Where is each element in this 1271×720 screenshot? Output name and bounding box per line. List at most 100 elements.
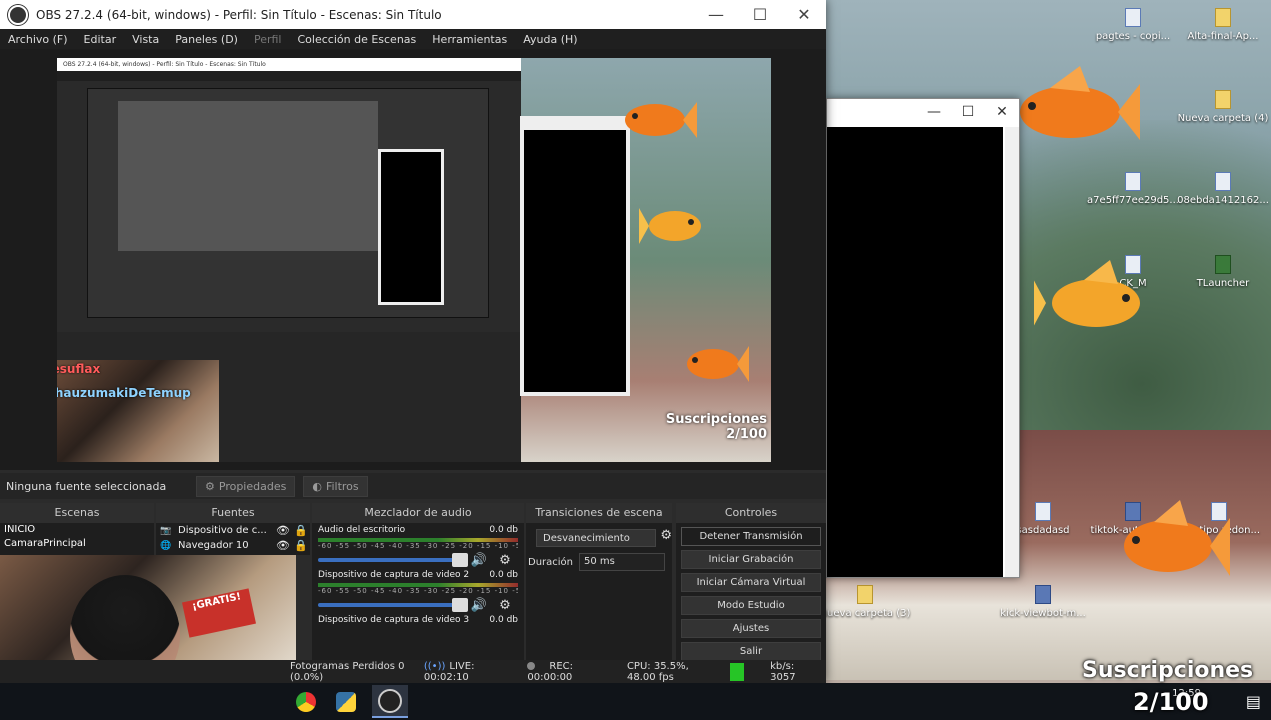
taskbar-app[interactable] bbox=[288, 685, 324, 718]
studio-mode-button[interactable]: Modo Estudio bbox=[681, 596, 821, 615]
menu-herramientas[interactable]: Herramientas bbox=[424, 33, 515, 46]
desktop-icon-label: TLauncher bbox=[1196, 278, 1250, 289]
obs-icon bbox=[378, 688, 402, 713]
obs-titlebar[interactable]: OBS 27.2.4 (64-bit, windows) - Perfil: S… bbox=[0, 0, 826, 29]
menu-editar[interactable]: Editar bbox=[76, 33, 125, 46]
gear-icon[interactable]: ⚙ bbox=[492, 598, 518, 613]
mixer-channel: Dispositivo de captura de video 2 0.0 db … bbox=[312, 568, 524, 613]
desktop-icon[interactable]: 08ebda1412162... bbox=[1168, 172, 1271, 206]
goldfish-icon bbox=[1124, 500, 1230, 576]
taskbar-app[interactable] bbox=[328, 685, 364, 718]
duration-input[interactable]: 50 ms bbox=[579, 553, 666, 571]
window-titlebar[interactable]: — ☐ ✕ bbox=[827, 99, 1019, 125]
desktop-icon-label: 08ebda1412162... bbox=[1177, 195, 1269, 206]
nested-preview: OBS 27.2.4 (64-bit, windows) - Perfil: S… bbox=[57, 58, 771, 462]
filters-button[interactable]: ◐ Filtros bbox=[303, 475, 368, 497]
chrome-icon bbox=[296, 691, 316, 712]
scene-item[interactable]: CamaraPrincipal bbox=[0, 537, 154, 551]
notification-icon[interactable]: ▤ bbox=[1246, 692, 1261, 711]
rec-dot-icon bbox=[527, 661, 536, 670]
menu-ayuda[interactable]: Ayuda (H) bbox=[515, 33, 585, 46]
subs-label: Suscripciones bbox=[665, 412, 767, 427]
rec-status: REC: 00:00:00 bbox=[527, 661, 613, 683]
volume-slider[interactable] bbox=[318, 598, 468, 612]
gear-icon[interactable]: ⚙ bbox=[492, 553, 518, 568]
lock-icon[interactable]: 🔒 bbox=[292, 539, 310, 552]
goldfish-icon bbox=[1020, 66, 1140, 140]
menu-paneles[interactable]: Paneles (D) bbox=[167, 33, 246, 46]
source-item[interactable]: 📷 Dispositivo de c... 👁 🔒 bbox=[156, 523, 310, 538]
dock-header-transitions: Transiciones de escena bbox=[526, 503, 672, 523]
health-indicator bbox=[729, 662, 745, 681]
source-toolbar: Ninguna fuente seleccionada ⚙ Propiedades… bbox=[0, 473, 826, 499]
scene-item[interactable]: INICIO bbox=[0, 523, 154, 537]
dock-header-sources: Fuentes bbox=[156, 503, 310, 523]
camera-icon: 📷 bbox=[160, 525, 172, 536]
desktop-icon[interactable]: Nueva carpeta (3) bbox=[810, 585, 920, 619]
chat-username: @Sesuflax bbox=[57, 362, 101, 376]
menu-archivo[interactable]: Archivo (F) bbox=[0, 33, 76, 46]
sources-list: 📷 Dispositivo de c... 👁 🔒 🌐 Navegador 10 👁 🔒 bbox=[156, 523, 310, 555]
obs-window: OBS 27.2.4 (64-bit, windows) - Perfil: S… bbox=[0, 0, 826, 683]
desktop-icon[interactable]: Alta-final-Ap... bbox=[1168, 8, 1271, 42]
maximize-button[interactable]: ☐ bbox=[738, 5, 782, 24]
volume-slider[interactable] bbox=[318, 553, 468, 567]
source-name: Dispositivo de c... bbox=[178, 525, 267, 536]
chat-message: K@Sesuflax bbox=[57, 362, 100, 377]
scrollbar[interactable] bbox=[1005, 127, 1019, 577]
start-recording-button[interactable]: Iniciar Grabación bbox=[681, 550, 821, 569]
channel-name: Audio del escritorio bbox=[318, 525, 406, 535]
lock-icon[interactable]: 🔒 bbox=[292, 524, 310, 537]
properties-button[interactable]: ⚙ Propiedades bbox=[196, 475, 296, 497]
speaker-icon[interactable]: 🔊 bbox=[466, 553, 492, 568]
minimize-button[interactable]: — bbox=[694, 5, 738, 24]
speaker-icon[interactable]: 🔊 bbox=[466, 598, 492, 613]
channel-db: 0.0 db bbox=[489, 525, 518, 535]
close-button[interactable]: ✕ bbox=[782, 5, 826, 24]
desktop-icon-label: kick-viewbot-m... bbox=[1000, 608, 1086, 619]
taskbar-app-obs[interactable] bbox=[372, 685, 408, 718]
gear-icon: ⚙ bbox=[205, 479, 215, 493]
slider-handle[interactable] bbox=[452, 553, 468, 567]
bitrate-status: kb/s: 3057 bbox=[770, 660, 796, 683]
menu-vista[interactable]: Vista bbox=[124, 33, 167, 46]
minimize-button[interactable]: — bbox=[917, 104, 951, 120]
menubar: Archivo (F) Editar Vista Paneles (D) Per… bbox=[0, 29, 826, 49]
menu-coleccion[interactable]: Colección de Escenas bbox=[290, 33, 425, 46]
settings-button[interactable]: Ajustes bbox=[681, 619, 821, 638]
start-virtual-camera-button[interactable]: Iniciar Cámara Virtual bbox=[681, 573, 821, 592]
archive-icon bbox=[1035, 585, 1051, 604]
empty-window[interactable]: — ☐ ✕ bbox=[826, 98, 1020, 578]
close-button[interactable]: ✕ bbox=[985, 104, 1019, 120]
gratis-sign: ¡GRATIS! bbox=[182, 588, 256, 638]
slider-handle[interactable] bbox=[452, 598, 468, 612]
dropped-frames: Fotogramas Perdidos 0 (0.0%) bbox=[290, 660, 405, 683]
goldfish-icon bbox=[625, 102, 697, 138]
folder-icon bbox=[857, 585, 873, 604]
dock-header-scenes: Escenas bbox=[0, 503, 154, 523]
transition-select[interactable]: Desvanecimiento bbox=[536, 529, 657, 547]
subs-overlay-title: Suscripciones bbox=[1082, 658, 1254, 683]
exit-button[interactable]: Salir bbox=[681, 642, 821, 661]
mixer-channel: Dispositivo de captura de video 3 0.0 db bbox=[312, 613, 524, 625]
desktop-icon[interactable]: TLauncher bbox=[1168, 255, 1271, 289]
file-icon bbox=[1215, 172, 1231, 191]
source-item[interactable]: 🌐 Navegador 10 👁 🔒 bbox=[156, 538, 310, 553]
desktop-icon-label: a7e5ff77ee29d5... bbox=[1087, 195, 1179, 206]
desktop-icon-label: sasdadasd bbox=[1016, 525, 1070, 536]
filters-label: Filtros bbox=[325, 479, 359, 493]
dock-header-controls: Controles bbox=[676, 503, 826, 523]
eye-icon[interactable]: 👁 bbox=[274, 524, 292, 537]
window-content bbox=[827, 127, 1003, 577]
properties-label: Propiedades bbox=[218, 479, 287, 493]
file-icon bbox=[1035, 502, 1051, 521]
desktop-icon[interactable]: Nueva carpeta (4) bbox=[1168, 90, 1271, 124]
desktop-icon[interactable]: kick-viewbot-m... bbox=[988, 585, 1098, 619]
stop-streaming-button[interactable]: Detener Transmisión bbox=[681, 527, 821, 546]
menu-perfil[interactable]: Perfil bbox=[246, 33, 290, 46]
maximize-button[interactable]: ☐ bbox=[951, 104, 985, 120]
eye-icon[interactable]: 👁 bbox=[274, 539, 292, 552]
window-title: OBS 27.2.4 (64-bit, windows) - Perfil: S… bbox=[36, 7, 442, 22]
gear-icon[interactable]: ⚙ bbox=[660, 528, 672, 543]
preview-canvas[interactable]: OBS 27.2.4 (64-bit, windows) - Perfil: S… bbox=[0, 49, 826, 470]
